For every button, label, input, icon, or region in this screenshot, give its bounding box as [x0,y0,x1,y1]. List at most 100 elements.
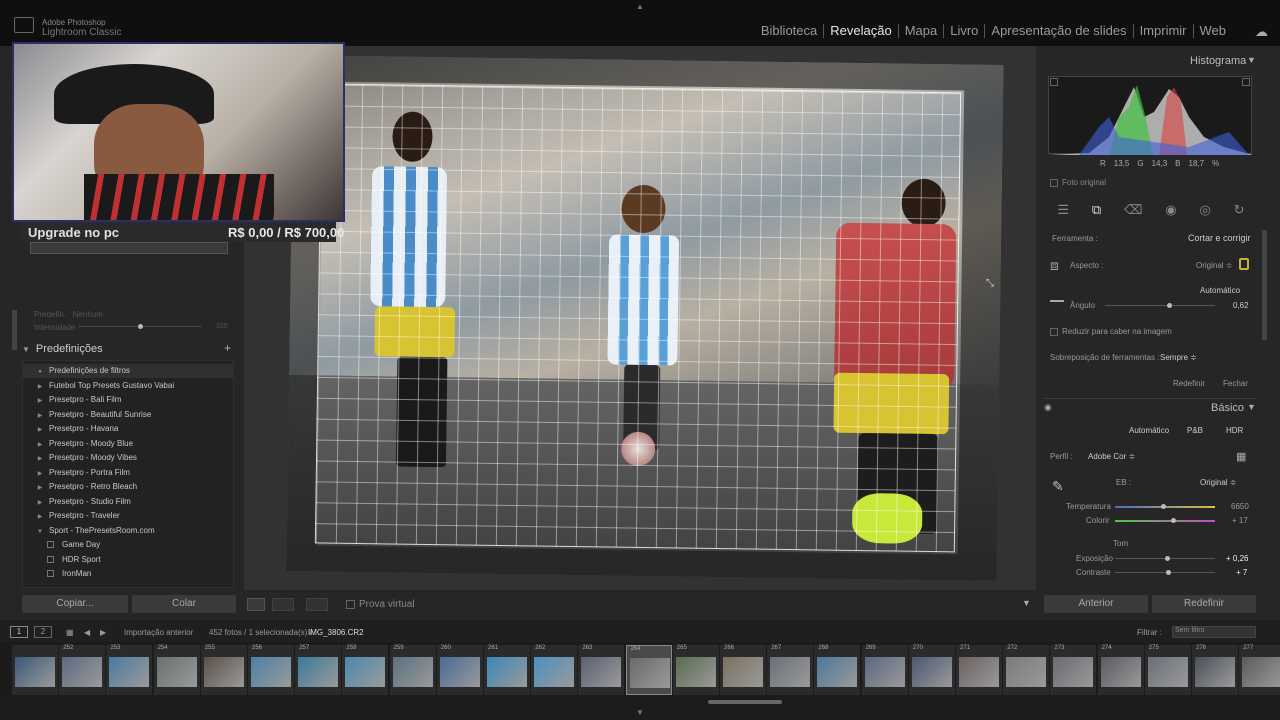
filmstrip-thumbnail[interactable]: 259 [389,645,436,695]
module-slides[interactable]: Apresentação de slides [984,24,1132,38]
preset-item[interactable]: Game Day [23,538,233,552]
contrast-value[interactable]: + 7 [1236,568,1247,577]
highlight-clipping-toggle[interactable] [1242,78,1250,86]
shadow-clipping-toggle[interactable] [1050,78,1058,86]
add-preset-icon[interactable]: + [224,341,231,355]
constrain-row[interactable]: Reduzir para caber na imagem [1050,327,1172,336]
histogram-title[interactable]: Histograma [1190,55,1246,67]
right-panel-scrollbar[interactable] [1262,230,1267,340]
filmstrip-thumbnail[interactable]: 268 [814,645,861,695]
filmstrip-thumbnail[interactable]: 274 [1097,645,1144,695]
preset-group[interactable]: ▶ Presetpro - Traveler [23,509,233,523]
toolbar-menu-icon[interactable]: ▼ [1022,598,1031,608]
filmstrip-thumbnail[interactable]: 254 [153,645,200,695]
filter-select[interactable]: Sem filtro [1172,626,1256,638]
preset-group[interactable]: ▶ Presetpro - Bali Film [23,393,233,407]
masking-icon[interactable]: ◎ [1199,202,1210,218]
wb-select[interactable]: Original ≑ [1200,478,1237,487]
module-livro[interactable]: Livro [943,24,984,38]
filmstrip-thumbnail[interactable]: 273 [1050,645,1097,695]
wb-eyedropper-icon[interactable]: ✎ [1052,478,1064,495]
filmstrip-thumbnail[interactable]: 263 [578,645,625,695]
filmstrip-thumbnail[interactable]: 260 [436,645,483,695]
filmstrip-scrollbar[interactable] [708,700,782,704]
history-icon[interactable]: ↻ [1234,202,1245,218]
panel-visibility-eye-icon[interactable]: ◉ [1044,402,1052,413]
filmstrip-thumbnail[interactable]: 272 [1003,645,1050,695]
preset-group[interactable]: ▶ Presetpro - Moody Blue [23,437,233,451]
filmstrip-thumbnail[interactable]: 264 [625,645,672,695]
filmstrip-thumbnail[interactable]: 265 [672,645,719,695]
angle-slider-knob[interactable] [1166,303,1172,308]
tint-slider-knob[interactable] [1171,518,1176,523]
histogram[interactable] [1048,76,1253,155]
preset-group[interactable]: ▼ Sport - ThePresetsRoom.com [23,524,233,538]
preset-group[interactable]: ▶ Presetpro - Havana [23,422,233,436]
filmstrip-thumbnail[interactable]: 261 [484,645,530,695]
crop-close-button[interactable]: Fechar [1223,379,1248,388]
histogram-collapse-icon[interactable]: ▼ [1247,55,1256,65]
preset-group[interactable]: ▶ Futebol Top Presets Gustavo Vabai [23,379,233,393]
crop-tool-icon[interactable]: ⧉ [1092,202,1101,218]
filmstrip-thumbnail[interactable]: 267 [767,645,814,695]
exposure-value[interactable]: + 0,26 [1226,554,1248,563]
filmstrip-thumbnail[interactable]: 262 [531,645,578,695]
module-revelacao[interactable]: Revelação [823,24,897,38]
paste-settings-button[interactable]: Colar [132,595,236,613]
filmstrip-thumbnail[interactable]: 271 [956,645,1002,695]
filmstrip-thumbnail[interactable]: 269 [861,645,908,695]
crop-reset-button[interactable]: Redefinir [1173,379,1205,388]
preset-group[interactable]: ▶ Presetpro - Moody Vibes [23,451,233,465]
preset-group[interactable]: ▶ Presetpro - Beautiful Sunrise [23,408,233,422]
source-label[interactable]: Importação anterior [124,628,193,637]
filmstrip-thumbnail[interactable]: 252 [59,645,106,695]
module-imprimir[interactable]: Imprimir [1132,24,1193,38]
primary-window-button[interactable]: 1 [10,626,28,638]
loupe-view-button[interactable] [247,598,265,611]
contrast-slider-knob[interactable] [1166,570,1171,575]
filmstrip-thumbnail[interactable]: 258 [342,645,389,695]
filmstrip-thumbnail[interactable]: 256 [248,645,294,695]
filmstrip-thumbnail[interactable]: 277 [1239,645,1280,695]
presets-panel-header[interactable]: ▼ Predefinições [22,340,236,358]
temperature-slider-knob[interactable] [1161,504,1166,509]
panel-toggle-top-icon[interactable]: ▲ [636,2,644,11]
treatment-color-button[interactable]: Automático [1129,426,1169,435]
module-mapa[interactable]: Mapa [897,24,944,38]
filmstrip-thumbnail[interactable]: 255 [200,645,247,695]
exposure-slider-knob[interactable] [1165,556,1170,561]
preset-group[interactable]: ▶ Presetpro - Portra Film [23,466,233,480]
treatment-hdr-button[interactable]: HDR [1226,426,1243,435]
crop-frame-icon[interactable]: ⧈ [1050,257,1059,274]
filmstrip-thumbnail[interactable]: 276 [1192,645,1238,695]
basic-collapse-icon[interactable]: ▼ [1247,402,1256,412]
filmstrip-thumbnail[interactable]: 266 [720,645,766,695]
preset-item[interactable]: HDR Sport [23,553,233,567]
red-eye-icon[interactable]: ◉ [1165,202,1176,218]
crop-grid-overlay[interactable] [314,83,962,553]
filmstrip-thumbnail[interactable]: 270 [908,645,955,695]
profile-browser-icon[interactable]: ▦ [1236,450,1246,463]
panel-toggle-bottom-icon[interactable]: ▼ [636,708,644,717]
before-after-button[interactable] [272,598,294,611]
module-biblioteca[interactable]: Biblioteca [755,24,823,38]
tint-slider[interactable] [1115,520,1215,522]
forward-arrow-icon[interactable]: ▶ [100,628,106,637]
original-photo-row[interactable]: Foto original [1050,178,1106,187]
current-filename[interactable]: IMG_3806.CR2 [308,628,364,637]
profile-select[interactable]: Adobe Cor ≑ [1088,452,1135,461]
intensidade-slider-knob[interactable] [138,324,143,329]
preset-item[interactable]: IronMan [23,567,233,581]
copy-settings-button[interactable]: Copiar... [22,595,128,613]
constrain-checkbox[interactable] [1050,327,1058,336]
angle-slider[interactable] [1105,305,1215,306]
filmstrip-thumbnail[interactable]: 253 [106,645,153,695]
contrast-slider[interactable] [1115,572,1215,573]
angle-value[interactable]: 0,62 [1233,301,1249,310]
filmstrip-thumbnail[interactable]: 275 [1144,645,1191,695]
aspect-select[interactable]: Original ≑ [1196,261,1233,270]
reset-button[interactable]: Redefinir [1152,595,1256,613]
treatment-bw-button[interactable]: P&B [1187,426,1203,435]
soft-proof-checkbox[interactable] [346,600,355,609]
preset-group[interactable]: ▶ Presetpro - Studio Film [23,495,233,509]
